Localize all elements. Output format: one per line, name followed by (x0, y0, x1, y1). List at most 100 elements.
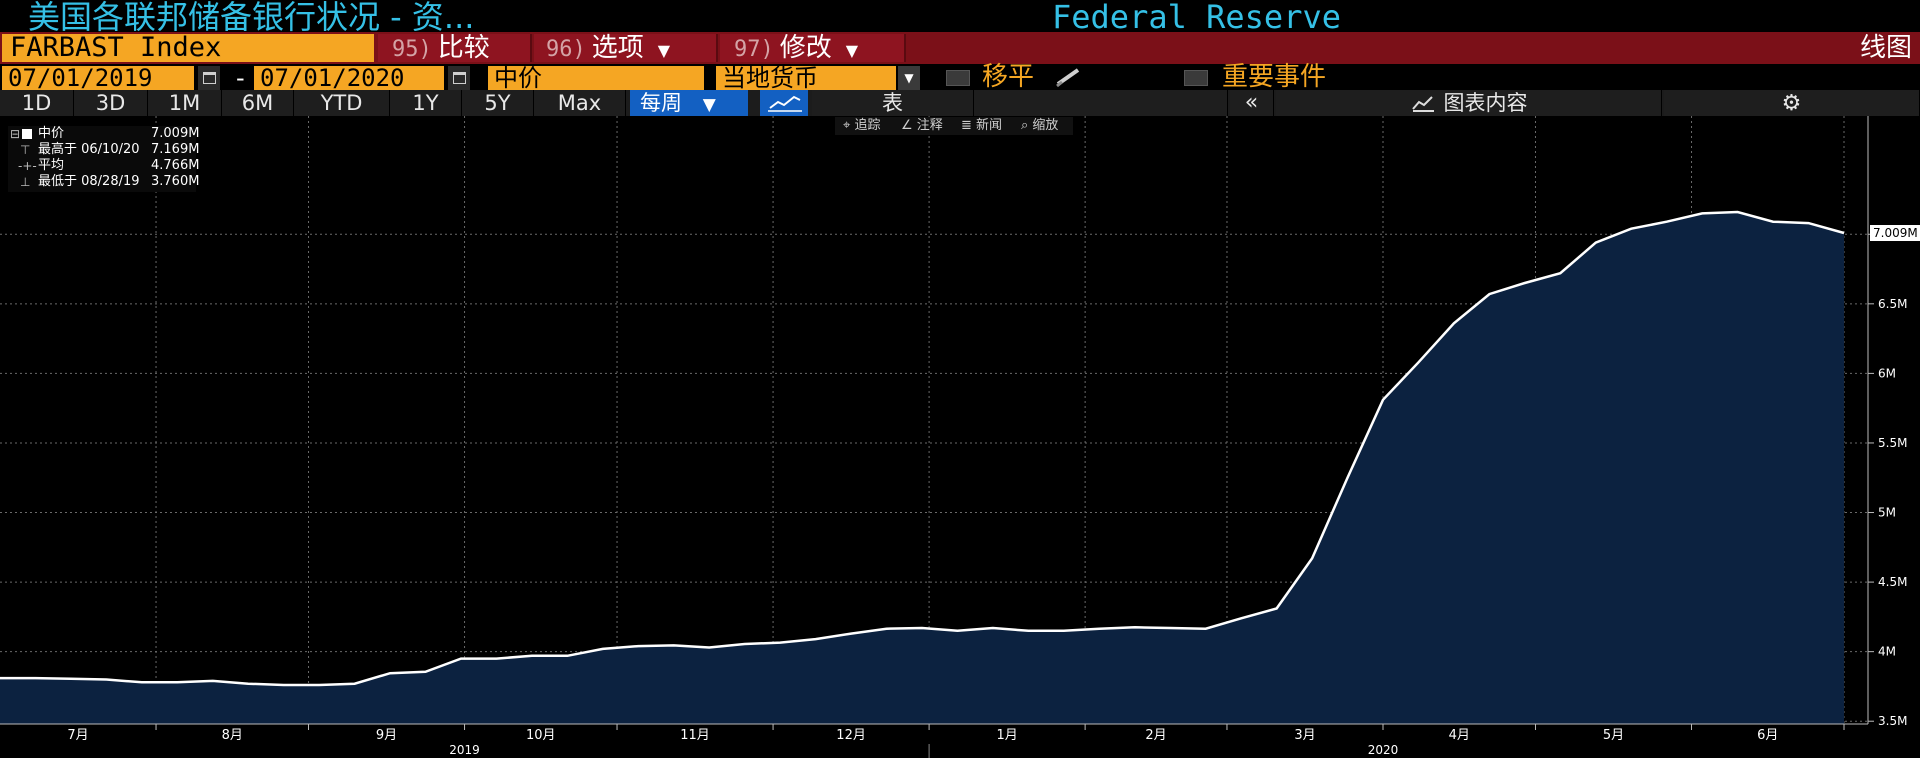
x-tick-label: 11月 (680, 728, 710, 743)
magnifier-icon: ⌕ (1021, 118, 1033, 133)
x-tick-label: 12月 (836, 728, 866, 743)
pencil-icon: ∠ (901, 118, 917, 133)
legend-low-value: 3.760M (151, 174, 200, 189)
period-5y[interactable]: 5Y (462, 90, 534, 116)
y-tick-label: 5M (1878, 506, 1896, 520)
period-1y[interactable]: 1Y (390, 90, 462, 116)
ticker-input[interactable]: FARBAST Index (2, 34, 374, 62)
moving-avg-checkbox[interactable] (946, 70, 970, 86)
news-label: 新闻 (976, 118, 1003, 133)
security-name: Federal Reserve (1052, 0, 1341, 36)
chart-toolbar: ⌖ 追踪 ∠ 注释 ≣ 新闻 ⌕ 缩放 (835, 117, 1073, 135)
compare-num: 95) (392, 37, 432, 62)
y-tick-label: 6M (1878, 366, 1896, 380)
moving-avg-label: 移平 (982, 62, 1035, 92)
year-label: 2019 (449, 743, 480, 757)
compare-button[interactable]: 95) 比较 (378, 34, 532, 62)
y-tick-label: 6.5M (1878, 297, 1907, 311)
modify-button[interactable]: 97) 修改 ▼ (720, 34, 906, 62)
calendar-icon[interactable] (448, 66, 470, 90)
x-tick-label: 7月 (67, 728, 88, 743)
legend: ⊟ 中价 7.009M ⊤ 最高于 06/10/20 7.169M -+- 平均… (8, 126, 200, 192)
x-tick-label: 3月 (1294, 728, 1315, 743)
news-tool[interactable]: ≣ 新闻 (961, 117, 1002, 135)
x-tick-label: 8月 (222, 728, 243, 743)
chart-area[interactable]: 3.5M 4M 4.5M 5M 5.5M 6M 6.5M 7.009M 7月 8月 9月 10月 11… (0, 116, 1920, 758)
year-label: 2020 (1368, 743, 1399, 757)
frequency-select[interactable]: 每周 ▼ (630, 90, 748, 116)
legend-high-value: 7.169M (151, 142, 200, 157)
x-tick-label: 6月 (1757, 728, 1778, 743)
x-tick-label: 10月 (526, 728, 556, 743)
modify-label: 修改 (779, 33, 832, 63)
chart-content-label: 图表内容 (1443, 91, 1528, 115)
chevron-down-icon: ▼ (845, 41, 859, 60)
zoom-label: 缩放 (1032, 118, 1059, 133)
legend-high: ⊤ 最高于 06/10/20 7.169M (8, 142, 200, 158)
legend-avg-value: 4.766M (151, 158, 200, 173)
x-tick-label: 4月 (1449, 728, 1470, 743)
currency-select[interactable]: 当地货币 (716, 66, 896, 90)
last-value-label: 7.009M (1873, 226, 1918, 240)
date-separator: - (236, 64, 245, 92)
price-field-select[interactable]: 中价 (488, 66, 704, 90)
high-marker-icon: ⊤ (20, 143, 31, 157)
legend-high-label: 最高于 06/10/20 (38, 142, 140, 157)
y-tick-label: 5.5M (1878, 436, 1907, 450)
track-label: 追踪 (854, 118, 881, 133)
gear-icon: ⚙ (1781, 91, 1802, 116)
chart-content-button[interactable]: 图表内容 (1276, 90, 1662, 116)
x-tick-label: 5月 (1603, 728, 1624, 743)
compare-label: 比较 (437, 33, 490, 63)
track-tool[interactable]: ⌖ 追踪 (843, 117, 880, 135)
series-swatch (22, 129, 32, 139)
y-tick-label: 4M (1878, 645, 1896, 659)
x-tick-label: 1月 (996, 728, 1017, 743)
average-marker-icon: -+- (18, 159, 37, 173)
legend-low-label: 最低于 08/28/19 (38, 174, 140, 189)
low-marker-icon: ⊥ (20, 175, 31, 189)
area-fill (0, 212, 1844, 724)
collapse-icon[interactable]: « (1230, 90, 1274, 116)
end-date-field[interactable]: 07/01/2020 (254, 66, 444, 90)
settings-button[interactable]: ⚙ (1664, 90, 1920, 116)
spacer (974, 90, 1228, 116)
legend-series-name: 中价 (38, 126, 65, 141)
chart-icon (1411, 96, 1434, 112)
options-num: 96) (546, 37, 586, 62)
chevron-down-icon: ▼ (657, 41, 671, 60)
legend-avg-label: 平均 (38, 158, 65, 173)
options-label: 选项 (591, 33, 644, 63)
x-tick-label: 2月 (1145, 728, 1166, 743)
news-icon: ≣ (961, 118, 977, 133)
options-button[interactable]: 96) 选项 ▼ (534, 34, 718, 62)
annotate-tool[interactable]: ∠ 注释 (901, 117, 943, 135)
chart-type-button[interactable]: 线图 (1860, 34, 1912, 62)
collapse-icon[interactable]: ⊟ (10, 126, 20, 142)
zoom-tool[interactable]: ⌕ 缩放 (1021, 117, 1058, 135)
period-1m[interactable]: 1M (148, 90, 222, 116)
crosshair-icon: ⌖ (843, 118, 855, 133)
legend-low: ⊥ 最低于 08/28/19 3.760M (8, 174, 200, 190)
period-6m[interactable]: 6M (222, 90, 294, 116)
table-button[interactable]: 表 (812, 90, 974, 116)
period-1d[interactable]: 1D (0, 90, 74, 116)
annotate-label: 注释 (916, 118, 943, 133)
period-ytd[interactable]: YTD (294, 90, 390, 116)
chevron-down-icon[interactable]: ▼ (898, 66, 920, 90)
y-tick-label: 4.5M (1878, 575, 1907, 589)
x-tick-label: 9月 (376, 728, 397, 743)
start-date-field[interactable]: 07/01/2019 (2, 66, 194, 90)
line-chart-icon[interactable] (760, 90, 808, 116)
legend-average: -+- 平均 4.766M (8, 158, 200, 174)
period-3d[interactable]: 3D (74, 90, 148, 116)
frequency-label: 每周 (640, 91, 682, 115)
calendar-icon[interactable] (198, 66, 220, 90)
period-max[interactable]: Max (534, 90, 626, 116)
key-events-checkbox[interactable] (1184, 70, 1208, 86)
key-events-label: 重要事件 (1222, 62, 1327, 92)
security-description: 美国各联邦储备银行状况 - 资... (28, 0, 475, 36)
y-tick-label: 3.5M (1878, 714, 1907, 728)
chevron-down-icon: ▼ (702, 95, 716, 115)
legend-series: ⊟ 中价 7.009M (8, 126, 199, 142)
